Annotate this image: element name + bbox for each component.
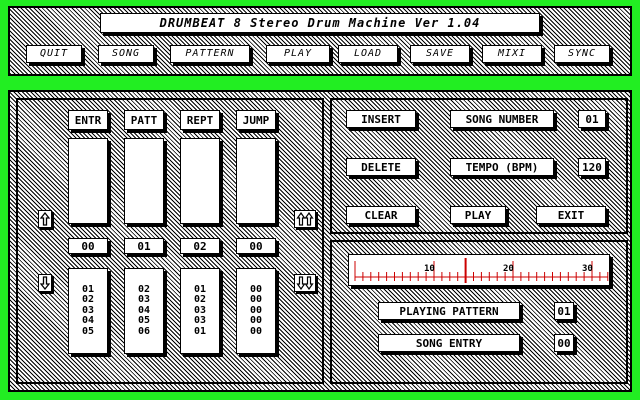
menu-save-button[interactable]: SAVE [410, 45, 470, 63]
ruler-label: 10 [424, 264, 435, 274]
tempo-value[interactable]: 120 [578, 158, 606, 176]
status-panel: 10 20 30 PLAYING PATTERN 01 SONG ENTRY 00 [330, 240, 628, 384]
down-arrow-icon [40, 276, 50, 290]
menu-quit-button[interactable]: QUIT [26, 45, 82, 63]
list-item: 06 [137, 325, 151, 337]
header-rept: REPT [180, 110, 220, 130]
clear-button[interactable]: CLEAR [346, 206, 416, 224]
list-patt[interactable]: 02 03 04 05 06 [124, 268, 164, 354]
up-arrow-icon [40, 212, 50, 226]
column-bar-jump[interactable] [236, 138, 276, 224]
header-entr: ENTR [68, 110, 108, 130]
page-down-button[interactable] [294, 274, 316, 292]
song-editor-panel: ENTR PATT REPT JUMP 00 01 02 00 01 02 03… [16, 98, 324, 384]
playing-pattern-label: PLAYING PATTERN [378, 302, 520, 320]
menu-pattern-button[interactable]: PATTERN [170, 45, 250, 63]
play-button[interactable]: PLAY [450, 206, 506, 224]
main-panel: ENTR PATT REPT JUMP 00 01 02 00 01 02 03… [8, 90, 632, 392]
top-panel: DRUMBEAT 8 Stereo Drum Machine Ver 1.04 … [8, 6, 632, 76]
column-bar-entr[interactable] [68, 138, 108, 224]
menu-sync-button[interactable]: SYNC [554, 45, 610, 63]
menu-load-button[interactable]: LOAD [338, 45, 398, 63]
controls-panel: INSERT SONG NUMBER 01 DELETE TEMPO (BPM)… [330, 98, 628, 234]
menu-song-button[interactable]: SONG [98, 45, 154, 63]
current-patt: 01 [124, 238, 164, 254]
header-jump: JUMP [236, 110, 276, 130]
list-item: 05 [81, 325, 95, 337]
list-item: 00 [249, 325, 263, 337]
scroll-down-button[interactable] [38, 274, 52, 292]
header-patt: PATT [124, 110, 164, 130]
delete-button[interactable]: DELETE [346, 158, 416, 176]
beat-ruler: 10 20 30 [348, 254, 610, 286]
tempo-label: TEMPO (BPM) [450, 158, 554, 176]
song-number-value[interactable]: 01 [578, 110, 606, 128]
menu-play-button[interactable]: PLAY [266, 45, 330, 63]
ruler-ticks: 10 20 30 [354, 258, 609, 283]
ruler-label: 20 [503, 264, 514, 274]
app-title: DRUMBEAT 8 Stereo Drum Machine Ver 1.04 [100, 13, 540, 33]
column-bar-rept[interactable] [180, 138, 220, 224]
list-rept[interactable]: 01 02 03 03 01 [180, 268, 220, 354]
exit-button[interactable]: EXIT [536, 206, 606, 224]
song-entry-value: 00 [554, 334, 574, 352]
double-down-arrow-icon [296, 276, 314, 290]
current-entr: 00 [68, 238, 108, 254]
menu-mixi-button[interactable]: MIXI [482, 45, 542, 63]
song-entry-label: SONG ENTRY [378, 334, 520, 352]
list-jump[interactable]: 00 00 00 00 00 [236, 268, 276, 354]
page-up-button[interactable] [294, 210, 316, 228]
insert-button[interactable]: INSERT [346, 110, 416, 128]
scroll-up-button[interactable] [38, 210, 52, 228]
current-rept: 02 [180, 238, 220, 254]
list-entr[interactable]: 01 02 03 04 05 [68, 268, 108, 354]
column-bar-patt[interactable] [124, 138, 164, 224]
song-number-label: SONG NUMBER [450, 110, 554, 128]
list-item: 01 [193, 325, 207, 337]
current-jump: 00 [236, 238, 276, 254]
double-up-arrow-icon [296, 212, 314, 226]
playing-pattern-value: 01 [554, 302, 574, 320]
ruler-label: 30 [582, 264, 593, 274]
